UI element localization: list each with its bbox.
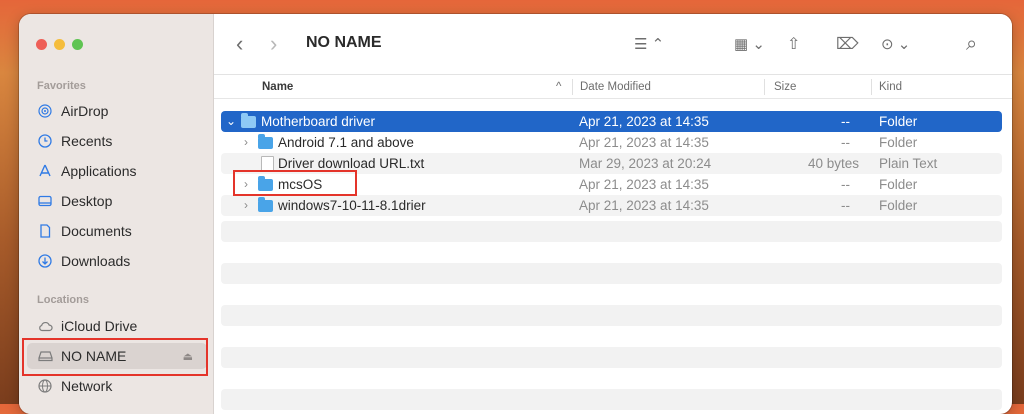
column-header-kind[interactable]: Kind bbox=[879, 81, 902, 93]
empty-row bbox=[221, 221, 1002, 242]
folder-icon bbox=[258, 134, 273, 149]
zoom-window-button[interactable] bbox=[72, 39, 83, 50]
close-window-button[interactable] bbox=[36, 39, 47, 50]
tag-icon[interactable]: ⌦ bbox=[836, 32, 859, 56]
file-date: Apr 21, 2023 at 14:35 bbox=[579, 114, 709, 129]
sidebar-item-icloud-drive[interactable]: iCloud Drive bbox=[27, 313, 207, 339]
empty-row bbox=[221, 347, 1002, 368]
column-header-date[interactable]: Date Modified bbox=[580, 81, 651, 93]
file-date: Apr 21, 2023 at 14:35 bbox=[579, 198, 709, 213]
chevron-right-icon[interactable]: › bbox=[244, 135, 248, 149]
file-size: -- bbox=[841, 114, 850, 129]
column-divider[interactable] bbox=[764, 79, 765, 95]
file-date: Apr 21, 2023 at 14:35 bbox=[579, 135, 709, 150]
sidebar-item-desktop[interactable]: Desktop bbox=[27, 188, 207, 214]
favorites-header: Favorites bbox=[37, 80, 86, 92]
sidebar-item-recents[interactable]: Recents bbox=[27, 128, 207, 154]
highlight-box-mcsos bbox=[233, 170, 357, 196]
network-icon bbox=[37, 378, 53, 394]
file-name: Driver download URL.txt bbox=[278, 156, 425, 171]
sidebar-item-label: AirDrop bbox=[61, 103, 109, 119]
sort-indicator-icon: ^ bbox=[556, 81, 562, 93]
file-size: -- bbox=[841, 198, 850, 213]
finder-window: Favorites AirDrop Recents Applications D… bbox=[19, 14, 1012, 414]
column-header-name[interactable]: Name bbox=[262, 81, 293, 93]
empty-row bbox=[221, 389, 1002, 410]
file-size: -- bbox=[841, 135, 850, 150]
cloud-icon bbox=[37, 318, 53, 334]
forward-button[interactable]: › bbox=[270, 31, 277, 56]
file-kind: Folder bbox=[879, 177, 918, 192]
empty-row bbox=[221, 263, 1002, 284]
applications-icon bbox=[37, 163, 53, 179]
table-row[interactable]: › windows7-10-11-8.1drier Apr 21, 2023 a… bbox=[221, 195, 1002, 216]
file-name: windows7-10-11-8.1drier bbox=[278, 198, 426, 213]
file-date: Mar 29, 2023 at 20:24 bbox=[579, 156, 712, 171]
sidebar-item-downloads[interactable]: Downloads bbox=[27, 248, 207, 274]
file-kind: Folder bbox=[879, 135, 918, 150]
folder-icon bbox=[241, 113, 256, 128]
clock-icon bbox=[37, 133, 53, 149]
file-size: 40 bytes bbox=[808, 156, 860, 171]
airdrop-icon bbox=[37, 103, 53, 119]
more-actions-button[interactable]: ⊙ ⌄ bbox=[881, 32, 910, 56]
file-size: -- bbox=[841, 177, 850, 192]
file-kind: Folder bbox=[879, 114, 918, 129]
table-row[interactable]: ⌄ Motherboard driver Apr 21, 2023 at 14:… bbox=[221, 111, 1002, 132]
table-row[interactable]: › Android 7.1 and above Apr 21, 2023 at … bbox=[221, 132, 1002, 153]
sidebar-item-label: Recents bbox=[61, 133, 113, 149]
search-icon[interactable]: ⌕ bbox=[966, 32, 977, 56]
sidebar-item-network[interactable]: Network bbox=[27, 373, 207, 399]
sidebar-item-label: Downloads bbox=[61, 253, 131, 269]
chevron-right-icon[interactable]: › bbox=[244, 198, 248, 212]
file-date: Apr 21, 2023 at 14:35 bbox=[579, 177, 709, 192]
window-controls bbox=[36, 39, 83, 50]
file-kind: Plain Text bbox=[879, 156, 938, 171]
locations-header: Locations bbox=[37, 294, 89, 306]
column-headers: Name ^ Date Modified Size Kind bbox=[214, 76, 1012, 99]
download-icon bbox=[37, 253, 53, 269]
back-button[interactable]: ‹ bbox=[236, 31, 243, 56]
share-icon[interactable]: ⇧ bbox=[787, 32, 800, 56]
sidebar-item-applications[interactable]: Applications bbox=[27, 158, 207, 184]
window-title: NO NAME bbox=[306, 34, 382, 51]
sidebar-item-label: iCloud Drive bbox=[61, 318, 138, 334]
column-header-size[interactable]: Size bbox=[774, 81, 796, 93]
sidebar-item-documents[interactable]: Documents bbox=[27, 218, 207, 244]
folder-icon bbox=[258, 197, 273, 212]
file-kind: Folder bbox=[879, 198, 918, 213]
file-name: Motherboard driver bbox=[261, 114, 376, 129]
column-divider[interactable] bbox=[572, 79, 573, 95]
sidebar-item-label: Desktop bbox=[61, 193, 113, 209]
group-button[interactable]: ▦ ⌄ bbox=[734, 32, 765, 56]
minimize-window-button[interactable] bbox=[54, 39, 65, 50]
desktop-icon bbox=[37, 193, 53, 209]
toolbar: ‹ › NO NAME ☰ ⌃ ▦ ⌄ ⇧ ⌦ ⊙ ⌄ ⌕ bbox=[214, 14, 1012, 75]
sidebar-item-label: Network bbox=[61, 378, 113, 394]
column-divider[interactable] bbox=[871, 79, 872, 95]
empty-row bbox=[221, 305, 1002, 326]
sidebar-item-label: Applications bbox=[61, 163, 137, 179]
highlight-box-no-name bbox=[22, 338, 208, 376]
document-icon bbox=[37, 223, 53, 239]
sidebar-item-label: Documents bbox=[61, 223, 132, 239]
sidebar-item-airdrop[interactable]: AirDrop bbox=[27, 98, 207, 124]
file-name: Android 7.1 and above bbox=[278, 135, 414, 150]
sidebar: Favorites AirDrop Recents Applications D… bbox=[19, 14, 214, 414]
list-view-button[interactable]: ☰ ⌃ bbox=[634, 32, 664, 56]
chevron-down-icon[interactable]: ⌄ bbox=[226, 114, 236, 128]
